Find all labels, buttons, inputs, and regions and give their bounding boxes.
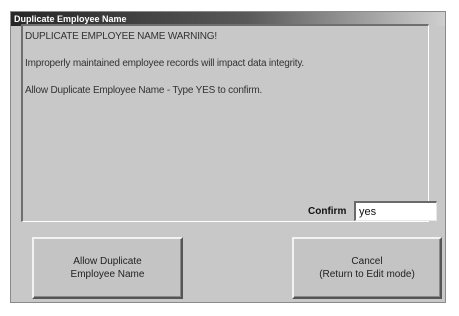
confirm-instruction: Allow Duplicate Employee Name - Type YES… — [25, 85, 263, 96]
confirm-label: Confirm — [308, 206, 347, 217]
message-panel: DUPLICATE EMPLOYEE NAME WARNING! Imprope… — [21, 24, 429, 222]
warning-heading: DUPLICATE EMPLOYEE NAME WARNING! — [25, 31, 217, 42]
cancel-button-label-line1: Cancel — [351, 256, 383, 267]
warning-detail: Improperly maintained employee records w… — [25, 58, 304, 69]
allow-button-label-line2: Employee Name — [70, 269, 145, 280]
cancel-button-label-line2: (Return to Edit mode) — [319, 269, 415, 280]
cancel-button[interactable]: Cancel (Return to Edit mode) — [292, 237, 442, 299]
allow-duplicate-button[interactable]: Allow Duplicate Employee Name — [32, 237, 183, 299]
confirm-input[interactable] — [354, 201, 437, 221]
allow-button-label-line1: Allow Duplicate — [73, 256, 142, 267]
